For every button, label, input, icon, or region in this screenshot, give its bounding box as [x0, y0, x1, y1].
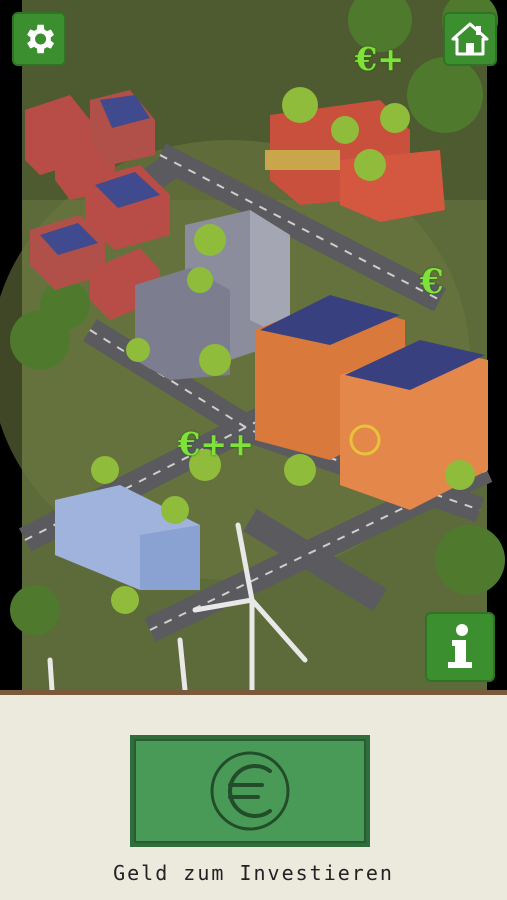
info-icon [448, 624, 472, 668]
money-label: Geld zum Investieren [113, 861, 394, 885]
euro-indicator: € [420, 262, 444, 302]
house-icon [451, 22, 489, 56]
city-map [0, 0, 505, 690]
money-bill [130, 735, 370, 847]
bottom-panel: Geld zum Investieren [0, 690, 507, 900]
euro-plus-plus-indicator: €++ [178, 425, 254, 463]
gear-icon [27, 24, 55, 54]
info-button[interactable] [425, 612, 495, 682]
game-viewport: €+ € €++ [0, 0, 507, 690]
settings-button[interactable] [12, 12, 66, 66]
euro-plus-indicator: €+ [355, 40, 405, 78]
home-button[interactable] [443, 12, 497, 66]
